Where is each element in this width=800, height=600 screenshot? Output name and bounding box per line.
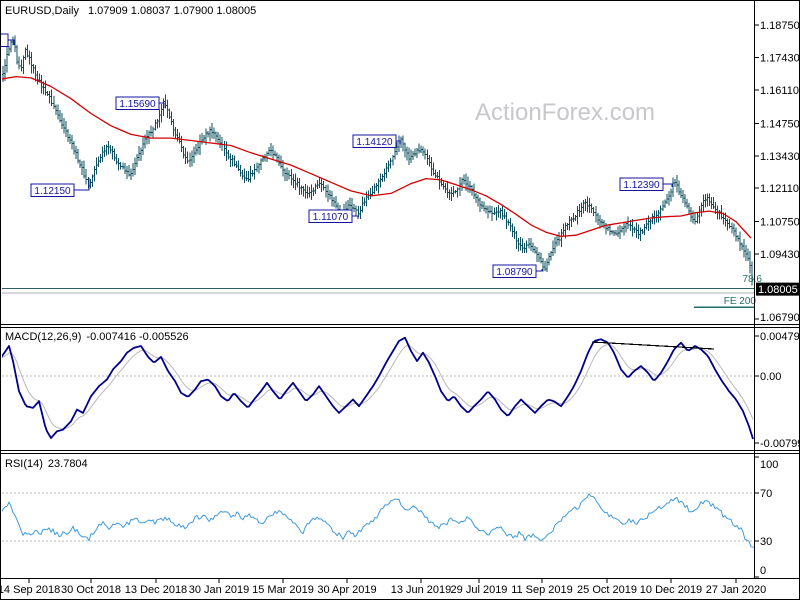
x-axis-date-label: 30 Apr 2019 xyxy=(317,584,376,596)
y-axis-label: 1.12110 xyxy=(760,183,799,195)
symbol-title: EURUSD,Daily xyxy=(5,5,79,17)
chart-text: 1.12390 xyxy=(623,180,660,191)
ohlc-quote: 1.07909 1.08037 1.07900 1.08005 xyxy=(87,5,257,17)
x-axis-date-label: 10 Dec 2019 xyxy=(640,584,702,596)
y-axis-label: 1.13430 xyxy=(760,151,800,163)
price-swing-label: 1.11070 xyxy=(308,209,359,223)
y-axis-label: 1.18750 xyxy=(760,20,800,32)
y-axis-label: 1.10750 xyxy=(760,217,800,229)
chart-text: 1.11070 xyxy=(313,212,349,223)
x-axis-date-label: 11 Sep 2019 xyxy=(511,584,573,596)
forex-chart-window: ActionForex.com 78.6 FE 200 1.15690 1.12150 1… xyxy=(0,0,800,600)
price-panel-header: EURUSD,Daily 1.07909 1.08037 1.07900 1.08… xyxy=(5,5,256,17)
price-swing-label: 1.08790 xyxy=(492,264,543,278)
rsi-panel xyxy=(2,492,754,548)
chart-text: 1.14120 xyxy=(356,137,393,148)
y-axis-label: 0 xyxy=(760,565,766,577)
y-axis-label: 0.004798 xyxy=(760,331,800,343)
y-axis-label: -0.007998 xyxy=(760,438,800,450)
macd-indicator-label: MACD(12,26,9) xyxy=(5,331,82,343)
price-swing-label: 1.12150 xyxy=(30,178,90,197)
y-axis-label: 1.14750 xyxy=(760,118,800,130)
y-axis-label: 1.09430 xyxy=(760,249,800,261)
x-axis-date-label: 27 Jan 2020 xyxy=(706,584,767,596)
x-axis-date-label: 14 Sep 2018 xyxy=(1,584,60,596)
macd-panel-header: MACD(12,26,9) -0.007416 -0.005526 xyxy=(5,331,189,343)
y-axis-label: 100 xyxy=(760,459,778,471)
chart-text: 1.12150 xyxy=(34,186,71,197)
x-axis-date-label: 15 Mar 2019 xyxy=(252,584,314,596)
price-swing-label xyxy=(1,33,15,47)
rsi-indicator-label: RSI(14) xyxy=(5,458,43,470)
y-axis-label: 70 xyxy=(760,488,772,500)
fe-200-label: FE 200 xyxy=(724,296,757,307)
price-panel: ActionForex.com xyxy=(2,35,754,308)
rsi-panel-header: RSI(14) 23.7804 xyxy=(5,458,88,470)
series-line xyxy=(2,344,754,430)
y-axis-label: 1.17430 xyxy=(760,52,800,64)
watermark: ActionForex.com xyxy=(475,99,655,126)
y-axis-label: 1.06790 xyxy=(760,312,800,324)
series-line xyxy=(2,493,754,548)
price-swing-label: 1.12390 xyxy=(619,177,673,191)
x-axis-date-label: 13 Jun 2019 xyxy=(391,584,452,596)
chart-canvas: ActionForex.com78.6FE 2001.156901.121501… xyxy=(1,1,800,596)
series-line xyxy=(2,336,754,440)
x-axis-date-label: 30 Oct 2018 xyxy=(61,584,121,596)
rsi-value: 23.7804 xyxy=(47,458,88,470)
y-axis-label: 0.00 xyxy=(760,371,781,383)
y-axis-label: 30 xyxy=(760,536,772,548)
x-axis-date-label: 30 Jan 2019 xyxy=(189,584,250,596)
macd-panel xyxy=(2,336,754,440)
y-axis-label: 1.16110 xyxy=(760,85,799,97)
x-axis-date-label: 25 Oct 2019 xyxy=(577,584,637,596)
price-swing-label: 1.14120 xyxy=(352,134,402,148)
chart-text: 1.08790 xyxy=(496,267,533,278)
x-axis-date-label: 13 Dec 2018 xyxy=(125,584,187,596)
chart-text: 1.15690 xyxy=(119,99,156,110)
price-swing-label: 1.15690 xyxy=(115,96,165,110)
macd-values: -0.007416 -0.005526 xyxy=(86,331,189,343)
current-price-text: 1.08005 xyxy=(758,284,798,296)
x-axis-date-label: 29 Jul 2019 xyxy=(451,584,508,596)
